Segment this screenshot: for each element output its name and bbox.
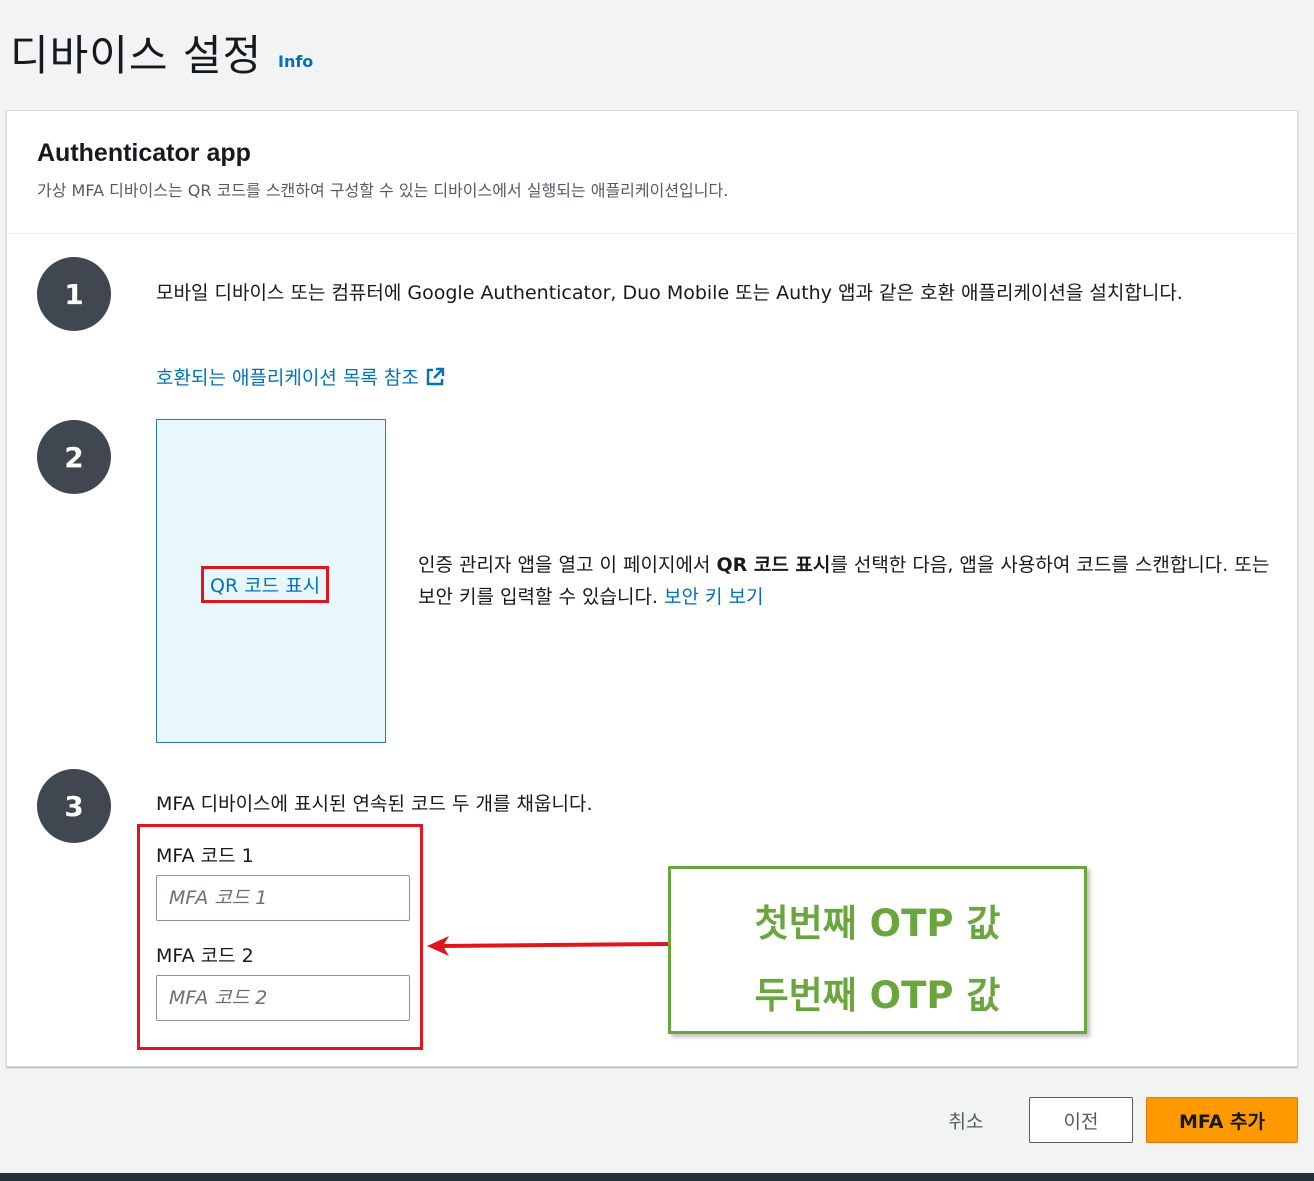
panel-title: Authenticator app [37,139,251,167]
bottom-bar [0,1173,1314,1181]
step-3-badge: 3 [37,769,111,843]
cancel-button[interactable]: 취소 [930,1097,1002,1143]
page-title: 디바이스 설정 [10,31,263,80]
add-mfa-button[interactable]: MFA 추가 [1146,1097,1298,1143]
step-2-text-bold: QR 코드 표시 [716,554,831,576]
show-secret-key-link[interactable]: 보안 키 보기 [664,586,763,608]
show-qr-code-link[interactable]: QR 코드 표시 [201,566,330,603]
compatible-apps-link-label[interactable]: 호환되는 애플리케이션 목록 참조 [156,367,419,389]
previous-button[interactable]: 이전 [1029,1097,1133,1143]
compatible-apps-link[interactable]: 호환되는 애플리케이션 목록 참조 [156,362,445,394]
external-link-icon [426,367,445,386]
step-3-text: MFA 디바이스에 표시된 연속된 코드 두 개를 채웁니다. [156,793,593,815]
step-2-text: 인증 관리자 앱을 열고 이 페이지에서 QR 코드 표시를 선택한 다음, 앱… [418,549,1273,613]
otp-annotation-box: 첫번째 OTP 값 두번째 OTP 값 [668,866,1087,1034]
step-2-text-before: 인증 관리자 앱을 열고 이 페이지에서 [418,554,717,576]
arrow-left-icon [427,936,670,956]
mfa-codes-highlight [137,824,423,1050]
step-1-badge: 1 [37,257,111,331]
panel-description: 가상 MFA 디바이스는 QR 코드를 스캔하여 구성할 수 있는 디바이스에서… [37,181,729,200]
annotation-line-2: 두번째 OTP 값 [754,974,1001,1017]
step-2-badge: 2 [37,420,111,494]
authenticator-panel: Authenticator app 가상 MFA 디바이스는 QR 코드를 스캔… [6,110,1298,1067]
info-link[interactable]: Info [278,52,313,71]
panel-header: Authenticator app 가상 MFA 디바이스는 QR 코드를 스캔… [7,111,1297,234]
annotation-line-1: 첫번째 OTP 값 [754,902,1001,945]
qr-code-area: QR 코드 표시 [156,419,386,743]
step-1-text: 모바일 디바이스 또는 컴퓨터에 Google Authenticator, D… [156,282,1183,304]
